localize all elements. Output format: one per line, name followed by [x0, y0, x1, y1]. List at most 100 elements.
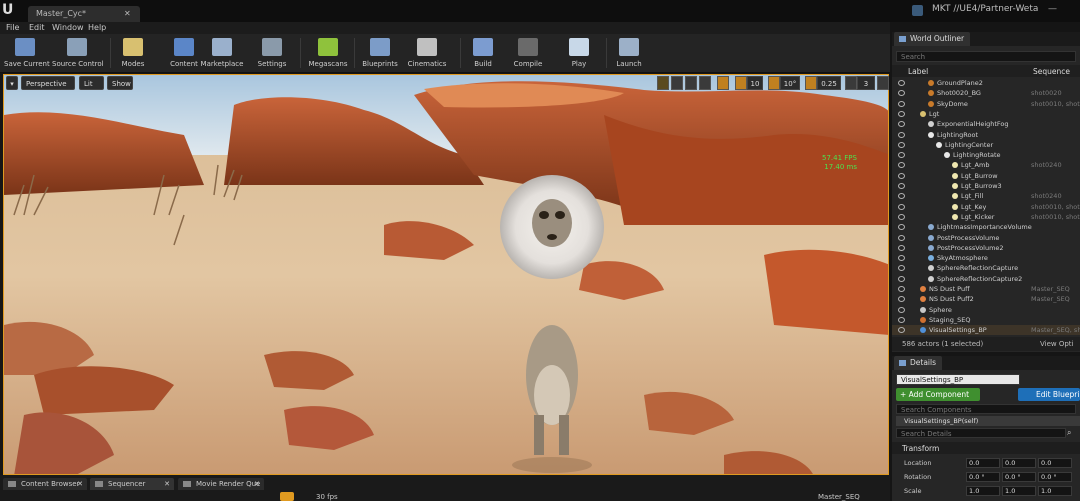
rotation-snap-value[interactable]: 10° — [780, 76, 800, 90]
transform-header[interactable]: Transform — [892, 442, 1080, 454]
visibility-eye-icon[interactable] — [898, 306, 905, 313]
compile-button[interactable]: Compile — [510, 36, 546, 70]
visibility-eye-icon[interactable] — [898, 110, 905, 117]
outliner-row[interactable]: ExponentialHeightFog — [892, 119, 1080, 129]
outliner-search-input[interactable]: Search — [896, 51, 1076, 62]
outliner-row[interactable]: VisualSettings_BP Master_SEQ, sh — [892, 325, 1080, 336]
edit-blueprint-button[interactable]: Edit Blueprint — [1018, 388, 1080, 401]
sequencer-fps[interactable]: 30 fps — [316, 493, 338, 501]
visibility-eye-icon[interactable] — [898, 203, 905, 210]
surface-snap-icon[interactable] — [717, 76, 729, 90]
level-viewport[interactable] — [3, 74, 889, 475]
visibility-eye-icon[interactable] — [898, 80, 905, 86]
search-components-input[interactable]: Search Components — [896, 404, 1076, 414]
outliner-row[interactable]: GroundPlane2 — [892, 78, 1080, 88]
close-icon[interactable]: ✕ — [77, 478, 83, 490]
lit-button[interactable]: Lit — [79, 76, 104, 90]
megascans-button[interactable]: Megascans — [308, 36, 348, 70]
play-button[interactable]: Play — [562, 36, 596, 70]
rotation-x[interactable]: 0.0 ° — [966, 472, 1000, 482]
marketplace-button[interactable]: Marketplace — [200, 36, 244, 70]
tab-content-browser[interactable]: Content Browser ✕ — [3, 478, 87, 490]
add-component-button[interactable]: + Add Component — [896, 388, 980, 401]
outliner-row[interactable]: LightingRoot — [892, 130, 1080, 140]
tab-details[interactable]: Details — [894, 356, 943, 370]
rotation-z[interactable]: 0.0 ° — [1038, 472, 1072, 482]
visibility-eye-icon[interactable] — [898, 152, 905, 159]
rotation-y[interactable]: 0.0 ° — [1002, 472, 1036, 482]
visibility-eye-icon[interactable] — [898, 183, 905, 189]
settings-button[interactable]: Settings — [255, 36, 289, 70]
perspective-button[interactable]: Perspective — [21, 76, 75, 90]
visibility-eye-icon[interactable] — [898, 244, 905, 251]
outliner-row[interactable]: NS Dust Puff2 Master_SEQ — [892, 294, 1080, 304]
visibility-eye-icon[interactable] — [898, 172, 905, 179]
visibility-eye-icon[interactable] — [898, 213, 905, 220]
visibility-eye-icon[interactable] — [898, 90, 905, 97]
camera-speed-icon[interactable] — [845, 76, 857, 90]
visibility-eye-icon[interactable] — [898, 255, 905, 262]
sequencer-name[interactable]: Master_SEQ — [818, 493, 860, 501]
rotate-mode-icon[interactable] — [671, 76, 683, 90]
visibility-eye-icon[interactable] — [898, 193, 905, 200]
outliner-row[interactable]: LightingCenter — [892, 140, 1080, 150]
blueprints-button[interactable]: Blueprints — [360, 36, 400, 70]
sequencer-lock-icon[interactable] — [280, 492, 294, 501]
visibility-eye-icon[interactable] — [898, 316, 905, 323]
tab-sequencer[interactable]: Sequencer ✕ — [90, 478, 174, 490]
visibility-eye-icon[interactable] — [898, 100, 905, 107]
source-control-button[interactable]: Source Control — [52, 36, 104, 70]
location-z[interactable]: 0.0 — [1038, 458, 1072, 468]
outliner-row[interactable]: Lgt_Amb shot0240 — [892, 160, 1080, 170]
world-space-icon[interactable] — [699, 76, 711, 90]
grid-snap-value[interactable]: 10 — [747, 76, 763, 90]
rotation-snap-icon[interactable] — [768, 76, 780, 90]
visibility-eye-icon[interactable] — [898, 141, 905, 148]
visibility-eye-icon[interactable] — [898, 162, 905, 169]
document-tab[interactable]: Master_Cyc* ✕ — [28, 6, 140, 22]
visibility-eye-icon[interactable] — [898, 327, 905, 334]
launch-button[interactable]: Launch — [612, 36, 646, 70]
visibility-eye-icon[interactable] — [898, 131, 905, 138]
scale-y[interactable]: 1.0 — [1002, 486, 1036, 496]
close-icon[interactable]: ✕ — [254, 478, 260, 490]
outliner-row[interactable]: Lgt_Key shot0010, shot — [892, 202, 1080, 212]
col-label[interactable]: Label — [908, 67, 928, 76]
outliner-row[interactable]: SphereReflectionCapture — [892, 263, 1080, 273]
outliner-row[interactable]: SkyAtmosphere — [892, 253, 1080, 263]
tab-movie-render-queue[interactable]: Movie Render Que ✕ — [178, 478, 264, 490]
visibility-eye-icon[interactable] — [898, 296, 905, 303]
outliner-row[interactable]: Lgt — [892, 109, 1080, 119]
viewport-options-icon[interactable]: ▾ — [6, 76, 18, 90]
visibility-eye-icon[interactable] — [898, 265, 905, 272]
search-icon[interactable]: ⌕ — [1067, 428, 1077, 438]
rotation-label[interactable]: Rotation — [904, 473, 931, 481]
location-y[interactable]: 0.0 — [1002, 458, 1036, 468]
outliner-row[interactable]: LightingRotate — [892, 150, 1080, 160]
scale-z[interactable]: 1.0 — [1038, 486, 1072, 496]
outliner-row[interactable]: Sphere — [892, 305, 1080, 315]
view-options-button[interactable]: View Opti — [1040, 340, 1073, 348]
maximize-viewport-icon[interactable] — [877, 76, 889, 90]
outliner-row[interactable]: Lgt_Burrow — [892, 171, 1080, 181]
outliner-row[interactable]: LightmassImportanceVolume — [892, 222, 1080, 232]
scale-snap-icon[interactable] — [805, 76, 817, 90]
outliner-row[interactable]: PostProcessVolume — [892, 233, 1080, 243]
search-details-input[interactable]: Search Details — [896, 428, 1066, 438]
content-button[interactable]: Content — [168, 36, 200, 70]
tab-world-outliner[interactable]: World Outliner — [894, 32, 971, 46]
visibility-eye-icon[interactable] — [898, 286, 905, 292]
scale-mode-icon[interactable] — [685, 76, 697, 90]
minimize-icon[interactable]: — — [1048, 4, 1057, 14]
close-icon[interactable]: ✕ — [124, 9, 131, 18]
show-button[interactable]: Show — [107, 76, 133, 90]
modes-button[interactable]: Modes — [118, 36, 148, 70]
close-icon[interactable]: ✕ — [164, 478, 170, 490]
cinematics-button[interactable]: Cinematics — [405, 36, 449, 70]
outliner-row[interactable]: SphereReflectionCapture2 — [892, 274, 1080, 284]
menu-window[interactable]: Window — [52, 23, 84, 32]
outliner-row[interactable]: Lgt_Burrow3 — [892, 181, 1080, 191]
visibility-eye-icon[interactable] — [898, 224, 905, 231]
menu-file[interactable]: File — [6, 23, 19, 32]
outliner-row[interactable]: PostProcessVolume2 — [892, 243, 1080, 253]
